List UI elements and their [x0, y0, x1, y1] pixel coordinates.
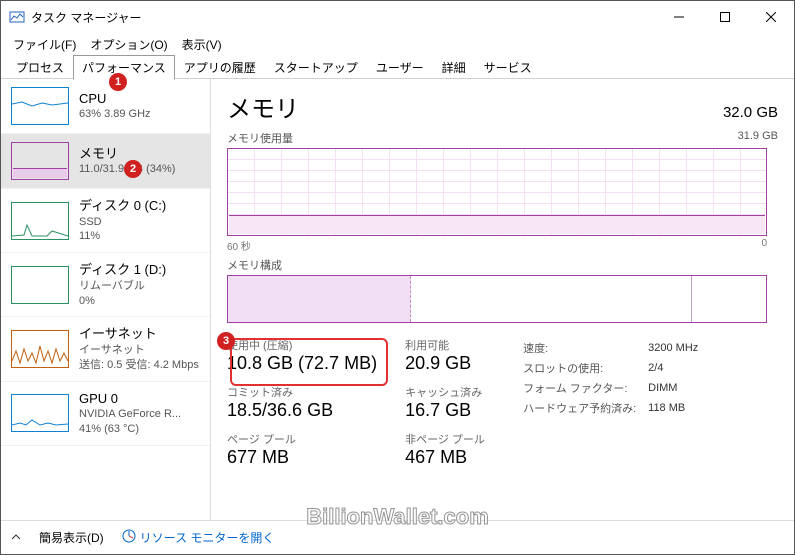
committed-value: 18.5/36.6 GB [227, 400, 377, 421]
inuse-value: 10.8 GB (72.7 MB) [227, 353, 377, 374]
menu-options[interactable]: オプション(O) [84, 34, 173, 55]
memory-usage-chart[interactable] [227, 148, 767, 236]
memory-spec-table: 速度:3200 MHz スロットの使用:2/4 フォーム ファクター:DIMM … [521, 337, 710, 468]
spec-slots-label: スロットの使用: [523, 359, 646, 377]
sidebar-item-cpu[interactable]: CPU 63% 3.89 GHz [1, 79, 210, 134]
sidebar-item-disk0[interactable]: ディスク 0 (C:) SSD 11% [1, 189, 210, 253]
inuse-label: 使用中 (圧縮) [227, 337, 377, 353]
spec-hw-label: ハードウェア予約済み: [523, 399, 646, 417]
cpu-sub: 63% 3.89 GHz [79, 107, 151, 122]
memory-composition-chart[interactable] [227, 275, 767, 323]
usage-chart-label: メモリ使用量 [227, 130, 293, 146]
eth-sub2: 送信: 0.5 受信: 4.2 Mbps [79, 358, 199, 373]
cpu-name: CPU [79, 90, 151, 108]
annotation-badge-2: 2 [124, 160, 142, 178]
axis-right: 0 [761, 238, 767, 253]
performance-sidebar: CPU 63% 3.89 GHz メモリ 11.0/31.9 GB (34%) [1, 79, 211, 520]
sidebar-item-disk1[interactable]: ディスク 1 (D:) リムーバブル 0% [1, 253, 210, 317]
spec-hw-value: 118 MB [648, 399, 708, 417]
resmon-icon [122, 529, 136, 546]
tab-services[interactable]: サービス [475, 55, 541, 79]
footer: 簡易表示(D) リソース モニターを開く [1, 520, 794, 554]
disk0-name: ディスク 0 (C:) [79, 197, 166, 215]
window-title: タスク マネージャー [31, 9, 142, 26]
task-manager-window: タスク マネージャー ファイル(F) オプション(O) 表示(V) プロセス パ… [0, 0, 795, 555]
ethernet-thumb-icon [11, 330, 69, 368]
disk1-sub1: リムーバブル [79, 279, 166, 294]
sidebar-item-gpu[interactable]: GPU 0 NVIDIA GeForce R... 41% (63 °C) [1, 382, 210, 446]
cpu-thumb-icon [11, 87, 69, 125]
axis-left: 60 秒 [227, 238, 251, 253]
composition-label: メモリ構成 [227, 257, 282, 273]
available-label: 利用可能 [405, 337, 495, 353]
disk0-thumb-icon [11, 202, 69, 240]
titlebar: タスク マネージャー [1, 1, 794, 33]
maximize-button[interactable] [702, 1, 748, 33]
menu-file[interactable]: ファイル(F) [7, 34, 82, 55]
nonpaged-value: 467 MB [405, 447, 495, 468]
memory-thumb-icon [11, 142, 69, 180]
tab-processes[interactable]: プロセス [7, 55, 73, 79]
panel-title: メモリ [227, 89, 299, 124]
sidebar-item-ethernet[interactable]: イーサネット イーサネット 送信: 0.5 受信: 4.2 Mbps [1, 317, 210, 381]
available-value: 20.9 GB [405, 353, 495, 374]
memory-name: メモリ [79, 145, 175, 163]
resource-monitor-link[interactable]: リソース モニターを開く [122, 529, 275, 546]
gpu-sub2: 41% (63 °C) [79, 422, 181, 437]
nonpaged-label: 非ページ プール [405, 431, 495, 447]
spec-form-label: フォーム ファクター: [523, 379, 646, 397]
eth-name: イーサネット [79, 325, 199, 343]
minimize-button[interactable] [656, 1, 702, 33]
spec-form-value: DIMM [648, 379, 708, 397]
cached-value: 16.7 GB [405, 400, 495, 421]
disk1-sub2: 0% [79, 294, 166, 309]
gpu-sub1: NVIDIA GeForce R... [79, 407, 181, 422]
gpu-thumb-icon [11, 394, 69, 432]
spec-speed-value: 3200 MHz [648, 339, 708, 357]
annotation-badge-3: 3 [217, 332, 235, 350]
annotation-badge-1: 1 [109, 73, 127, 91]
disk1-name: ディスク 1 (D:) [79, 261, 166, 279]
chevron-up-icon [11, 531, 21, 545]
paged-value: 677 MB [227, 447, 377, 468]
eth-sub1: イーサネット [79, 343, 199, 358]
usage-chart-max: 31.9 GB [738, 130, 778, 146]
disk1-thumb-icon [11, 266, 69, 304]
menubar: ファイル(F) オプション(O) 表示(V) [1, 33, 794, 55]
fewer-details-link[interactable]: 簡易表示(D) [39, 529, 104, 546]
memory-panel: メモリ 32.0 GB メモリ使用量 31.9 GB 60 秒 0 メモリ構成 [211, 79, 794, 520]
spec-slots-value: 2/4 [648, 359, 708, 377]
disk0-sub1: SSD [79, 215, 166, 230]
disk0-sub2: 11% [79, 229, 166, 244]
close-button[interactable] [748, 1, 794, 33]
spec-speed-label: 速度: [523, 339, 646, 357]
paged-label: ページ プール [227, 431, 377, 447]
cached-label: キャッシュ済み [405, 384, 495, 400]
tab-details[interactable]: 詳細 [433, 55, 475, 79]
committed-label: コミット済み [227, 384, 377, 400]
gpu-name: GPU 0 [79, 390, 181, 408]
tab-startup[interactable]: スタートアップ [265, 55, 367, 79]
total-memory: 32.0 GB [723, 104, 778, 121]
tab-app-history[interactable]: アプリの履歴 [175, 55, 265, 79]
resmon-label: リソース モニターを開く [140, 529, 275, 546]
tab-users[interactable]: ユーザー [367, 55, 433, 79]
app-icon [9, 9, 25, 25]
menu-view[interactable]: 表示(V) [176, 34, 228, 55]
sidebar-item-memory[interactable]: メモリ 11.0/31.9 GB (34%) [1, 134, 210, 189]
